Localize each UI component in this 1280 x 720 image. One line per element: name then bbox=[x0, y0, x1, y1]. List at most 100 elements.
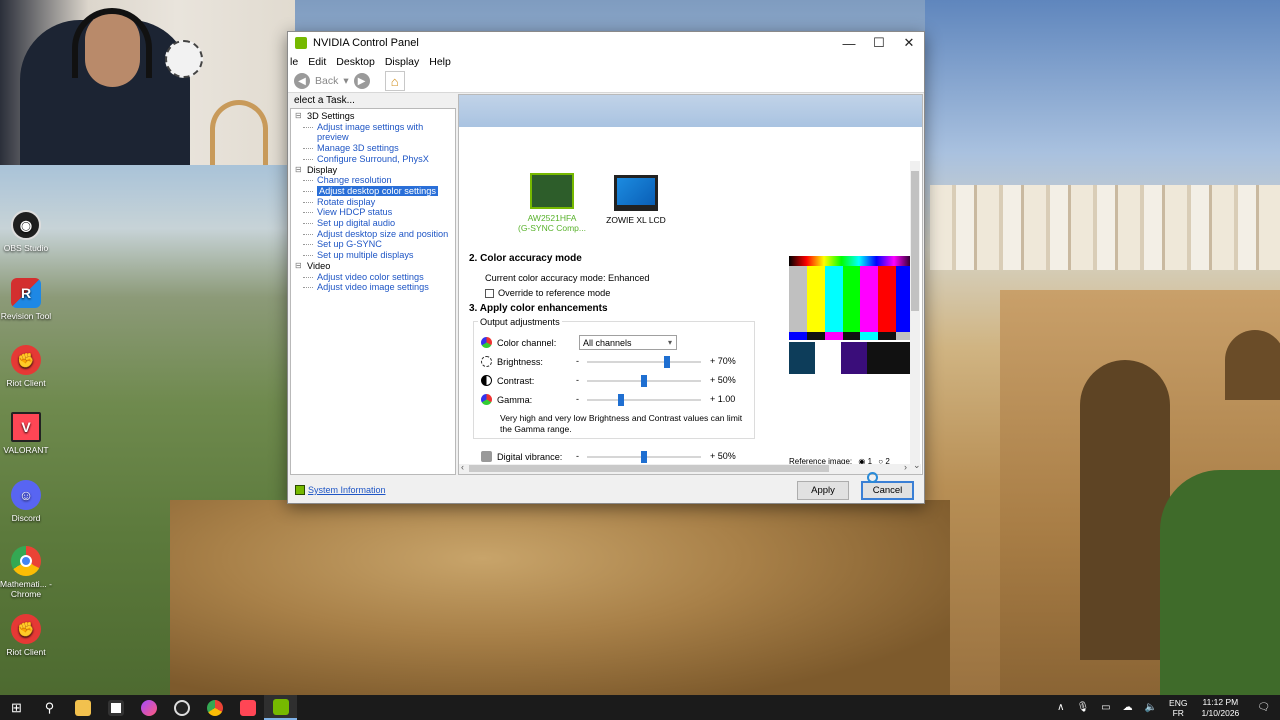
scroll-down-icon[interactable]: ⌄ bbox=[913, 460, 921, 471]
color-channel-value: All channels bbox=[583, 337, 632, 348]
desktop-icon-revision-tool[interactable]: R Revision Tool bbox=[0, 278, 52, 321]
horizontal-scrollbar[interactable]: ‹ › ⌄ bbox=[459, 460, 921, 474]
tree-item-digital-audio[interactable]: Set up digital audio bbox=[291, 218, 455, 229]
vertical-scrollbar[interactable] bbox=[910, 161, 920, 464]
tree-item-view-hdcp-status[interactable]: View HDCP status bbox=[291, 207, 455, 218]
monitor-zowie[interactable]: ZOWIE XL LCD bbox=[601, 175, 671, 225]
select-task-label: elect a Task... bbox=[294, 95, 355, 106]
color-channel-select[interactable]: All channels ▾ bbox=[579, 335, 677, 350]
tree-category-display[interactable]: Display bbox=[291, 165, 455, 176]
tree-category-video[interactable]: Video bbox=[291, 261, 455, 272]
home-icon[interactable]: ⌂ bbox=[384, 71, 405, 91]
tray-overflow-chevron-icon[interactable]: ∧ bbox=[1051, 702, 1070, 713]
minimize-button[interactable]: — bbox=[834, 32, 864, 54]
tree-item-set-up-gsync[interactable]: Set up G-SYNC bbox=[291, 239, 455, 250]
taskbar-chrome[interactable] bbox=[198, 695, 231, 720]
system-tray: ∧ 🎙 ▭ ☁ 🔈 ENG FR 11:12 PM 1/10/2026 🗨 bbox=[1051, 695, 1280, 720]
taskbar-clock[interactable]: 11:12 PM 1/10/2026 bbox=[1193, 697, 1247, 719]
tree-category-3d-settings[interactable]: 3D Settings bbox=[291, 111, 455, 122]
desktop-icon-chrome-app[interactable]: Mathemati... - Chrome bbox=[0, 546, 52, 599]
system-information-link[interactable]: System Information bbox=[295, 485, 386, 495]
close-button[interactable]: ✕ bbox=[894, 32, 924, 54]
history-dropdown-icon[interactable]: ▾ bbox=[343, 75, 348, 87]
tree-item-manage-3d-settings[interactable]: Manage 3D settings bbox=[291, 143, 455, 154]
desktop-icon-riot-client[interactable]: ✊ Riot Client bbox=[0, 345, 52, 388]
taskbar-file-explorer[interactable] bbox=[66, 695, 99, 720]
tree-item-rotate-display[interactable]: Rotate display bbox=[291, 197, 455, 208]
note-line-2: the Gamma range. bbox=[500, 423, 572, 434]
section-color-accuracy-title: 2. Color accuracy mode bbox=[469, 253, 582, 264]
chevron-down-icon: ▾ bbox=[667, 338, 672, 347]
brightness-label: Brightness: bbox=[497, 356, 543, 367]
reference-test-pattern-image bbox=[789, 256, 915, 374]
scroll-left-icon[interactable]: ‹ bbox=[461, 462, 464, 472]
taskbar-nvidia[interactable] bbox=[264, 695, 297, 720]
desktop-icon-label: Mathemati... - Chrome bbox=[0, 579, 52, 599]
apply-button[interactable]: Apply bbox=[797, 481, 849, 500]
taskbar-store[interactable] bbox=[99, 695, 132, 720]
menu-display[interactable]: Display bbox=[385, 56, 419, 68]
brightness-slider-thumb[interactable] bbox=[663, 356, 670, 368]
taskbar-search[interactable]: ⚲ bbox=[33, 695, 66, 720]
contrast-slider[interactable] bbox=[587, 375, 701, 387]
wallpaper-town bbox=[930, 185, 1280, 270]
notifications-icon[interactable]: 🗨 bbox=[1247, 702, 1280, 713]
window-titlebar[interactable]: NVIDIA Control Panel — ☐ ✕ bbox=[288, 32, 924, 54]
menu-edit[interactable]: Edit bbox=[308, 56, 326, 68]
webcam-mirror bbox=[210, 100, 268, 165]
brightness-minus: - bbox=[576, 356, 579, 366]
forward-arrow-icon[interactable]: ▶ bbox=[353, 73, 370, 89]
back-button-label[interactable]: Back bbox=[315, 75, 338, 87]
gamma-range-note: Very high and very low Brightness and Co… bbox=[500, 413, 742, 434]
contrast-row: Contrast: bbox=[481, 375, 534, 386]
scroll-right-icon[interactable]: › bbox=[904, 462, 907, 472]
task-tree: 3D Settings Adjust image settings with p… bbox=[290, 108, 456, 475]
cancel-button[interactable]: Cancel bbox=[861, 481, 914, 500]
tree-item-adjust-image-settings[interactable]: Adjust image settings with preview bbox=[291, 122, 455, 143]
horizontal-scroll-thumb[interactable] bbox=[469, 465, 829, 472]
tree-item-configure-surround[interactable]: Configure Surround, PhysX bbox=[291, 154, 455, 165]
desktop-icon-obs[interactable]: ◉ OBS Studio bbox=[0, 210, 52, 253]
gamma-slider-thumb[interactable] bbox=[618, 394, 625, 406]
language-indicator[interactable]: ENG FR bbox=[1163, 698, 1193, 718]
desktop-icon-valorant[interactable]: V VALORANT bbox=[0, 412, 52, 455]
contrast-slider-thumb[interactable] bbox=[641, 375, 647, 387]
vertical-scroll-thumb[interactable] bbox=[911, 171, 919, 311]
monitor-aw2521hfa[interactable]: AW2521HFA (G-SYNC Comp... bbox=[516, 173, 588, 233]
menu-desktop[interactable]: Desktop bbox=[336, 56, 375, 68]
tree-item-video-color-settings[interactable]: Adjust video color settings bbox=[291, 272, 455, 283]
obs-studio-icon: ◉ bbox=[11, 210, 41, 240]
tree-item-adjust-desktop-color[interactable]: Adjust desktop color settings bbox=[291, 185, 455, 197]
network-icon[interactable]: ▭ bbox=[1095, 702, 1116, 713]
webcam-wall-clock bbox=[165, 40, 203, 78]
taskbar-valorant[interactable] bbox=[231, 695, 264, 720]
desktop-icon-label: OBS Studio bbox=[3, 243, 49, 253]
taskbar-obs[interactable] bbox=[165, 695, 198, 720]
tree-item-video-image-settings[interactable]: Adjust video image settings bbox=[291, 282, 455, 293]
digital-vibrance-slider-thumb[interactable] bbox=[641, 451, 647, 463]
gamma-slider[interactable] bbox=[587, 394, 701, 406]
tree-item-desktop-size-position[interactable]: Adjust desktop size and position bbox=[291, 229, 455, 240]
checkbox-box[interactable] bbox=[485, 289, 494, 299]
back-arrow-icon[interactable]: ◀ bbox=[294, 73, 310, 89]
output-adjustments-label: Output adjustments bbox=[478, 317, 562, 327]
override-reference-checkbox[interactable]: Override to reference mode bbox=[485, 288, 610, 299]
start-button[interactable]: ⊞ bbox=[0, 695, 33, 720]
menu-file[interactable]: le bbox=[290, 56, 298, 68]
brightness-slider[interactable] bbox=[587, 356, 701, 368]
desktop-icon-label: Discord bbox=[11, 513, 41, 523]
onedrive-icon[interactable]: ☁ bbox=[1117, 702, 1139, 713]
desktop-icon-discord[interactable]: ☺ Discord bbox=[0, 480, 52, 523]
maximize-button[interactable]: ☐ bbox=[864, 32, 894, 54]
system-info-icon bbox=[295, 485, 305, 495]
tree-item-change-resolution[interactable]: Change resolution bbox=[291, 175, 455, 186]
menu-help[interactable]: Help bbox=[429, 56, 451, 68]
tree-item-multiple-displays[interactable]: Set up multiple displays bbox=[291, 250, 455, 261]
wallpaper-trees bbox=[1160, 470, 1280, 695]
desktop-icon-riot-client-2[interactable]: ✊ Riot Client bbox=[0, 614, 52, 657]
microphone-icon[interactable]: 🎙 bbox=[1070, 702, 1095, 713]
volume-icon[interactable]: 🔈 bbox=[1139, 702, 1163, 713]
digital-vibrance-slider[interactable] bbox=[587, 451, 701, 463]
taskbar-messenger[interactable] bbox=[132, 695, 165, 720]
desktop-icon-label: VALORANT bbox=[3, 445, 49, 455]
